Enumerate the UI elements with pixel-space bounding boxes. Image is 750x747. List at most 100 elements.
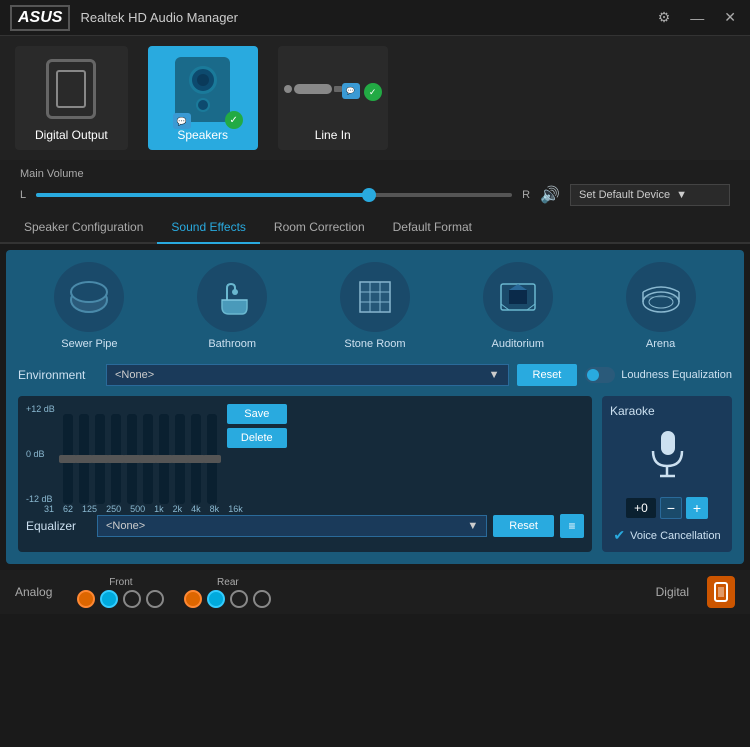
rear-dot-3[interactable] [230,590,248,608]
settings-button[interactable]: ⚙ [654,7,675,28]
bathroom-icon [197,262,267,332]
loudness-toggle[interactable] [585,367,615,383]
eq-settings-icon[interactable]: ≡ [560,514,584,538]
line-in-icon: 💬 ✓ [298,54,368,124]
rear-dot-4[interactable] [253,590,271,608]
fader-track-1k[interactable] [143,414,153,504]
freq-8k: 8k [210,504,220,514]
stone-room-label: Stone Room [344,338,405,350]
fader-125hz [95,414,105,504]
environment-row: Environment <None> ▼ Reset Loudness Equa… [18,364,732,386]
device-tab-speakers[interactable]: 💬 ✓ Speakers [148,46,258,150]
front-dot-2[interactable] [100,590,118,608]
fader-track-4k[interactable] [175,414,185,504]
tab-sound-effects[interactable]: Sound Effects [157,212,260,244]
front-dot-3[interactable] [123,590,141,608]
title-bar: ASUS Realtek HD Audio Manager ⚙ — ✕ [0,0,750,36]
speakers-icon: 💬 ✓ [168,54,238,124]
speaker-volume-icon[interactable]: 🔊 [540,185,560,205]
auditorium-label: Auditorium [491,338,544,350]
env-arena[interactable]: Arena [626,262,696,350]
fader-track-2k[interactable] [159,414,169,504]
eq-action-buttons: Save Delete [227,404,287,504]
environment-icons: Sewer Pipe Bathroom [18,262,732,350]
rear-dot-2[interactable] [207,590,225,608]
fader-track-16k[interactable] [207,414,217,504]
freq-31: 31 [44,504,54,514]
fader-250hz [111,414,121,504]
environment-dropdown[interactable]: <None> ▼ [106,364,509,386]
env-sewer-pipe[interactable]: Sewer Pipe [54,262,124,350]
freq-250: 250 [106,504,121,514]
equalizer-label: Equalizer [26,519,91,533]
fader-track-250[interactable] [111,414,121,504]
window-controls: ⚙ — ✕ [654,7,740,28]
eq-save-button[interactable]: Save [227,404,287,424]
karaoke-control-row: +0 − + [626,497,708,519]
front-dot-1[interactable] [77,590,95,608]
digital-output-label: Digital Output [35,128,108,142]
check-badge: ✓ [225,111,243,129]
chat-badge: 💬 [173,113,191,129]
faders-container [63,404,217,504]
volume-row: L R 🔊 Set Default Device ▼ [20,184,730,206]
fader-track-500[interactable] [127,414,137,504]
equalizer-section: +12 dB 0 dB -12 dB [18,396,592,552]
default-device-dropdown[interactable]: Set Default Device ▼ [570,184,730,206]
rear-dot-1[interactable] [184,590,202,608]
rear-dots [184,590,271,608]
eq-db-labels: +12 dB 0 dB -12 dB [26,404,59,504]
fader-62hz [79,414,89,504]
rear-label: Rear [217,577,239,588]
app-logo: ASUS [10,5,70,31]
environment-label: Environment [18,368,98,382]
eq-karaoke-row: +12 dB 0 dB -12 dB [18,396,732,552]
db-label-high: +12 dB [26,404,55,414]
analog-label: Analog [15,585,52,599]
eq-dropdown-row: Equalizer <None> ▼ Reset ≡ [26,514,584,538]
fader-track-8k[interactable] [191,414,201,504]
vol-right-label: R [522,189,530,201]
eq-display: +12 dB 0 dB -12 dB [26,404,584,504]
fader-track-62[interactable] [79,414,89,504]
fader-track-125[interactable] [95,414,105,504]
tab-default-format[interactable]: Default Format [379,212,486,244]
karaoke-plus-button[interactable]: + [686,497,708,519]
freq-1k: 1k [154,504,164,514]
env-bathroom[interactable]: Bathroom [197,262,267,350]
loudness-label: Loudness Equalization [621,369,732,381]
sewer-pipe-label: Sewer Pipe [61,338,117,350]
tab-speaker-configuration[interactable]: Speaker Configuration [10,212,157,244]
front-dots [77,590,164,608]
volume-section: Main Volume L R 🔊 Set Default Device ▼ [0,160,750,212]
tab-room-correction[interactable]: Room Correction [260,212,379,244]
env-auditorium[interactable]: Auditorium [483,262,553,350]
volume-slider[interactable] [36,193,512,197]
speakers-label: Speakers [177,128,228,142]
fader-8k [191,414,201,504]
freq-125: 125 [82,504,97,514]
front-dot-4[interactable] [146,590,164,608]
karaoke-value: +0 [626,498,656,518]
device-tab-line-in[interactable]: 💬 ✓ Line In [278,46,388,150]
freq-500: 500 [130,504,145,514]
close-button[interactable]: ✕ [720,7,740,28]
eq-delete-button[interactable]: Delete [227,428,287,448]
fader-track-31[interactable] [63,414,73,504]
env-stone-room[interactable]: Stone Room [340,262,410,350]
freq-4k: 4k [191,504,201,514]
auditorium-icon [483,262,553,332]
eq-reset-button[interactable]: Reset [493,515,554,537]
digital-badge[interactable] [707,576,735,608]
fader-4k [175,414,185,504]
minimize-button[interactable]: — [686,8,708,28]
arena-icon [626,262,696,332]
fader-2k [159,414,169,504]
karaoke-minus-button[interactable]: − [660,497,682,519]
equalizer-dropdown[interactable]: <None> ▼ [97,515,487,537]
voice-cancel-check-icon: ✔ [613,527,625,544]
line-in-label: Line In [315,128,351,142]
device-tab-digital-output[interactable]: Digital Output [15,46,128,150]
environment-reset-button[interactable]: Reset [517,364,578,386]
bottom-bar: Analog Front Rear Digital [0,570,750,614]
